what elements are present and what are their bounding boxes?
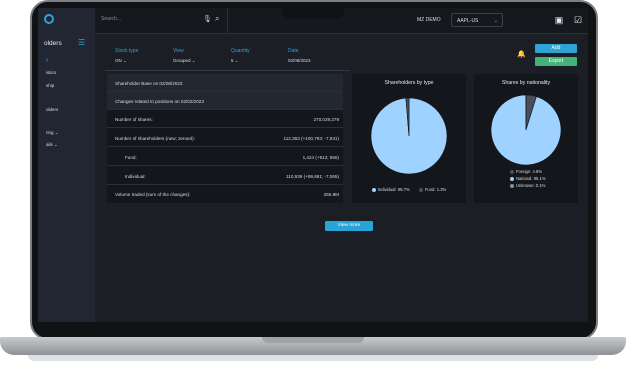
legend-item[interactable]: Foreign: 4.8% bbox=[510, 169, 546, 174]
legend-label: National: 95.1% bbox=[516, 176, 546, 181]
row-value: 112,363 (+100,793; -7,931) bbox=[283, 136, 339, 141]
legend-item[interactable]: Fund: 1.3% bbox=[418, 187, 447, 192]
chevron-down-icon: ⌄ bbox=[54, 130, 59, 135]
pie-chart-type bbox=[370, 97, 448, 175]
filter-stock-type[interactable]: Stock type ON ⌄ bbox=[115, 48, 138, 64]
sidebar-item-label: ails bbox=[46, 142, 53, 147]
sidebar-item-ownership[interactable]: ship bbox=[46, 83, 54, 88]
chart-title: Shares by nationality bbox=[501, 80, 551, 86]
legend-dot bbox=[371, 187, 376, 192]
view-more-button[interactable]: View more bbox=[325, 221, 373, 231]
table-row: Volume traded (sum of the changes): 255.… bbox=[107, 185, 343, 203]
table-title-row: Shareholder Base on 02/08/2023 bbox=[107, 74, 343, 92]
filter-quantity[interactable]: Quantity 5 ⌄ bbox=[231, 48, 250, 64]
filter-value: 02/08/2023 bbox=[288, 58, 311, 63]
chevron-down-icon: ⌄ bbox=[123, 58, 127, 63]
legend-item[interactable]: National: 95.1% bbox=[510, 176, 546, 181]
add-button[interactable]: Add bbox=[535, 44, 577, 53]
shares-by-nationality-panel: Shares by nationality Foreign: 4.8% Nati… bbox=[474, 74, 578, 203]
filter-value-row: ON ⌄ bbox=[115, 58, 138, 64]
legend-dot bbox=[510, 183, 514, 188]
export-button[interactable]: Export bbox=[535, 57, 577, 66]
sidebar-item-label: ring bbox=[46, 130, 54, 135]
filter-label: Stock type bbox=[115, 48, 139, 54]
microphone-icon[interactable]: 🎙 bbox=[203, 15, 212, 23]
filter-value-row: Grouped ⌄ bbox=[173, 58, 196, 64]
legend-dot bbox=[510, 176, 514, 181]
filter-value: ON bbox=[115, 58, 122, 63]
bell-icon[interactable]: 🔔 bbox=[517, 50, 526, 58]
filter-view[interactable]: View Grouped ⌄ bbox=[173, 48, 196, 64]
filter-date[interactable]: Date 02/08/2023 bbox=[288, 48, 311, 63]
sidebar: olders ☰ y istics ship olders ring ⌄ ail… bbox=[38, 8, 95, 322]
filter-value: Grouped bbox=[173, 58, 191, 63]
chevron-down-icon: ⌄ bbox=[54, 142, 58, 147]
filter-label: Quantity bbox=[231, 48, 250, 54]
row-label: Fund: bbox=[125, 155, 137, 160]
table-row: Number of shareholders (new; zeroed): 11… bbox=[107, 129, 343, 147]
user-icon[interactable]: ▣ bbox=[554, 15, 564, 25]
table-subtitle: Changes related to positions on 02/02/20… bbox=[115, 99, 204, 104]
ticker-select[interactable]: AAPL-US ⌄ bbox=[451, 13, 503, 27]
laptop-frame: olders ☰ y istics ship olders ring ⌄ ail… bbox=[0, 0, 626, 366]
table-row: Individual: 110,939 (+99,881; -7,065) bbox=[107, 167, 343, 185]
checkbox-icon[interactable]: ☑ bbox=[573, 15, 583, 25]
account-name: MZ DEMO bbox=[417, 17, 441, 23]
sidebar-item-monitoring[interactable]: ring ⌄ bbox=[46, 130, 59, 136]
legend-item[interactable]: Unknown: 0.1% bbox=[510, 183, 546, 188]
laptop-base-groove bbox=[262, 337, 364, 343]
row-value: 270,029,279 bbox=[313, 117, 339, 122]
row-value: 1,424 (+912; 866) bbox=[302, 155, 339, 160]
chevron-down-icon: ⌄ bbox=[191, 58, 196, 63]
shareholders-by-type-panel: Shareholders by type Individual: 98.7% F… bbox=[352, 74, 466, 203]
row-value: 255.8M bbox=[323, 192, 339, 197]
filter-value-row: 5 ⌄ bbox=[231, 58, 250, 64]
sidebar-item-details[interactable]: ails ⌄ bbox=[46, 142, 58, 148]
row-label: Volume traded (sum of the changes): bbox=[115, 192, 191, 197]
camera-notch bbox=[282, 8, 344, 18]
filter-label: Date bbox=[288, 48, 299, 54]
menu-toggle-icon[interactable]: ☰ bbox=[78, 38, 85, 47]
app-screen: olders ☰ y istics ship olders ring ⌄ ail… bbox=[38, 8, 588, 322]
table-row: Fund: 1,424 (+912; 866) bbox=[107, 148, 343, 166]
shareholder-base-panel: Shareholder Base on 02/08/2023 Changes r… bbox=[107, 74, 343, 203]
legend-label: Individual: 98.7% bbox=[377, 187, 410, 192]
search-icon[interactable]: ⌕ bbox=[215, 14, 219, 24]
pie-chart-nationality bbox=[490, 94, 562, 166]
ticker-value: AAPL-US bbox=[457, 18, 479, 24]
sidebar-title: olders bbox=[44, 40, 62, 47]
row-label: Number of shareholders (new; zeroed): bbox=[115, 136, 195, 141]
search-input[interactable]: Search... bbox=[101, 16, 121, 22]
legend-item[interactable]: Individual: 98.7% bbox=[371, 187, 410, 192]
chart-legend: Foreign: 4.8% National: 95.1% Unknown: 0… bbox=[510, 169, 546, 190]
sidebar-item-overview[interactable]: y bbox=[46, 57, 48, 62]
laptop-shadow bbox=[28, 355, 598, 361]
filter-value: 5 bbox=[231, 58, 234, 63]
filter-divider bbox=[105, 70, 350, 71]
sidebar-item-shareholders[interactable]: olders bbox=[46, 107, 58, 112]
row-value: 110,939 (+99,881; -7,065) bbox=[286, 174, 339, 179]
filter-label: View bbox=[173, 48, 184, 54]
chart-legend: Individual: 98.7% Fund: 1.3% bbox=[352, 187, 466, 193]
table-row: Number of shares: 270,029,279 bbox=[107, 110, 343, 128]
legend-dot bbox=[510, 169, 514, 174]
table-title: Shareholder Base on 02/08/2023 bbox=[115, 81, 183, 86]
legend-label: Fund: 1.3% bbox=[424, 187, 447, 192]
legend-label: Unknown: 0.1% bbox=[516, 183, 546, 188]
legend-label: Foreign: 4.8% bbox=[516, 169, 543, 174]
row-label: Individual: bbox=[125, 174, 146, 179]
chart-title: Shareholders by type bbox=[384, 80, 434, 86]
chevron-down-icon: ⌄ bbox=[493, 18, 498, 24]
sidebar-item-statistics[interactable]: istics bbox=[46, 70, 56, 75]
legend-dot bbox=[418, 187, 423, 192]
divider bbox=[227, 8, 228, 34]
app-logo[interactable] bbox=[44, 14, 54, 24]
chevron-down-icon: ⌄ bbox=[234, 58, 239, 63]
table-subtitle-row: Changes related to positions on 02/02/20… bbox=[107, 92, 343, 110]
row-label: Number of shares: bbox=[115, 117, 153, 122]
